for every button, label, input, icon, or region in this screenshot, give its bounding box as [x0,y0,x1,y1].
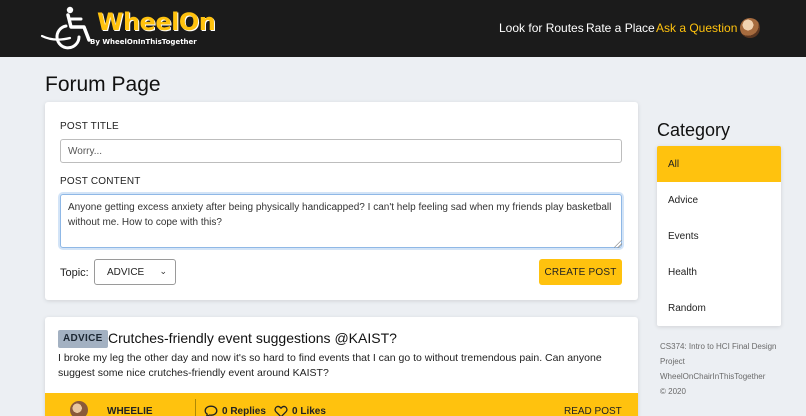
author-avatar [70,401,88,416]
category-list: All Advice Events Health Random [657,146,781,326]
footer-copyright: © 2020 [660,387,686,396]
create-post-button[interactable]: CREATE POST [539,259,622,285]
like-count: 0 Likes [292,406,326,416]
post-title-input[interactable] [60,139,622,163]
user-avatar[interactable] [740,18,760,38]
logo-name: WheelOn [97,8,216,36]
post-card[interactable]: ADVICE Crutches-friendly event suggestio… [45,317,638,416]
post-content-label: POST CONTENT [60,176,141,187]
topic-select[interactable]: ADVICE ⌄ [94,259,176,285]
nav-look-for-routes[interactable]: Look for Routes [499,21,584,35]
create-post-form: POST TITLE POST CONTENT Anyone getting e… [45,102,638,300]
navbar: WheelOn By WheelOnInThisTogether Look fo… [0,0,806,57]
post-content-textarea[interactable]: Anyone getting excess anxiety after bein… [60,194,622,248]
post-body: I broke my leg the other day and now it'… [58,352,602,379]
wheelchair-icon [40,6,91,50]
page-title: Forum Page [45,73,161,96]
category-heading: Category [657,120,731,140]
logo-subtitle: By WheelOnInThisTogether [90,38,197,46]
category-item-all[interactable]: All [657,146,781,182]
reply-count: 0 Replies [222,406,266,416]
post-topic-badge: ADVICE [58,330,108,348]
topic-select-value: ADVICE [107,267,145,278]
category-label: Random [668,303,706,314]
topic-label: Topic: [60,267,89,279]
footer-team: WheelOnChairInThisTogether [660,372,766,381]
resize-handle-icon[interactable] [614,240,622,248]
create-post-button-label: CREATE POST [544,267,617,278]
category-label: Advice [668,195,699,206]
post-footer: WHEELIE 0 Replies 0 Likes READ POST [45,393,638,416]
nav-ask-a-question[interactable]: Ask a Question [656,21,737,35]
post-author: WHEELIE [107,406,153,416]
footer-divider [195,399,196,416]
nav-rate-a-place[interactable]: Rate a Place [586,21,655,35]
heart-icon[interactable] [274,405,288,416]
category-label: Health [668,267,697,278]
category-item-events[interactable]: Events [657,218,781,254]
category-label: Events [668,231,699,242]
category-item-random[interactable]: Random [657,290,781,326]
category-item-advice[interactable]: Advice [657,182,781,218]
chevron-down-icon: ⌄ [159,266,167,276]
category-item-health[interactable]: Health [657,254,781,290]
footer-course: CS374: Intro to HCI Final Design Project [660,342,777,366]
footer-note: CS374: Intro to HCI Final Design Project… [660,339,800,399]
comment-icon[interactable] [204,405,218,416]
post-title-label: POST TITLE [60,121,119,132]
logo[interactable]: WheelOn By WheelOnInThisTogether [40,6,230,50]
read-post-link[interactable]: READ POST [564,406,622,416]
post-title[interactable]: Crutches-friendly event suggestions @KAI… [108,330,397,346]
category-label: All [668,159,680,170]
